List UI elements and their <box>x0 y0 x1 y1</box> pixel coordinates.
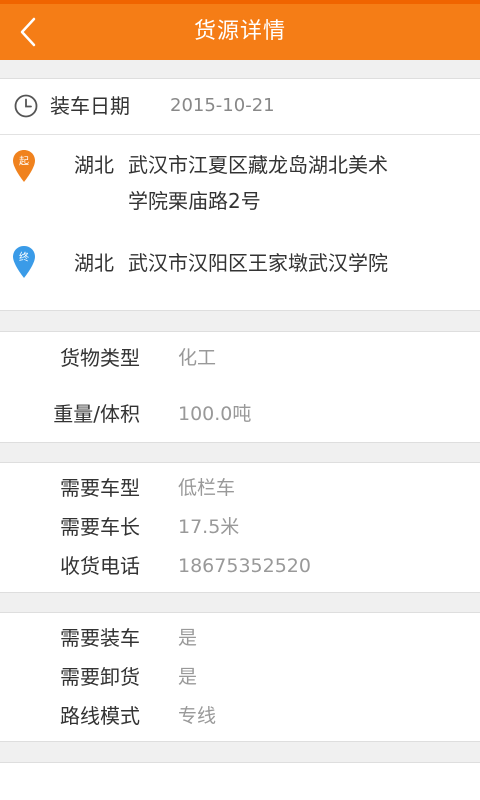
origin-badge: 起 <box>19 156 29 168</box>
origin-marker-icon: 起 <box>13 150 35 182</box>
loading-date-value: 2015-10-21 <box>170 95 275 116</box>
cargo-card: 货物类型 化工 重量/体积 100.0吨 <box>0 331 480 443</box>
need-loading-label: 需要装车 <box>60 626 140 650</box>
origin-address: 湖北 武汉市江夏区藏龙岛湖北美术 学院栗庙路2号 <box>74 147 454 219</box>
truck-type-value: 低栏车 <box>178 477 236 499</box>
need-loading-value: 是 <box>178 627 198 649</box>
truck-type-row: 需要车型 低栏车 <box>0 469 480 508</box>
origin-detail-line2: 学院栗庙路2号 <box>128 189 261 213</box>
route-mode-row: 路线模式 专线 <box>0 697 480 736</box>
vehicle-card: 需要车型 低栏车 需要车长 17.5米 收货电话 18675352520 <box>0 462 480 593</box>
route-mode-label: 路线模式 <box>60 704 140 728</box>
cargo-weight-row: 重量/体积 100.0吨 <box>0 395 480 434</box>
origin-detail-line1: 武汉市江夏区藏龙岛湖北美术 <box>128 153 388 177</box>
loading-date-row: 装车日期 2015-10-21 <box>0 79 480 135</box>
truck-type-label: 需要车型 <box>60 476 140 500</box>
truck-length-row: 需要车长 17.5米 <box>0 508 480 547</box>
need-unloading-row: 需要卸货 是 <box>0 658 480 697</box>
app-header: 货源详情 <box>0 4 480 60</box>
route-mode-value: 专线 <box>178 705 217 727</box>
truck-length-value: 17.5米 <box>178 516 240 538</box>
truck-length-label: 需要车长 <box>60 515 140 539</box>
clock-icon <box>14 94 38 118</box>
loading-date-label: 装车日期 <box>50 94 130 118</box>
destination-detail: 武汉市汉阳区王家墩武汉学院 <box>128 251 388 275</box>
need-loading-row: 需要装车 是 <box>0 619 480 658</box>
cargo-type-value: 化工 <box>178 347 217 369</box>
page-title: 货源详情 <box>193 19 286 44</box>
receiver-phone-value[interactable]: 18675352520 <box>178 547 311 586</box>
cargo-weight-label: 重量/体积 <box>53 402 140 426</box>
destination-badge: 终 <box>19 251 29 264</box>
route-card: 装车日期 2015-10-21 起 湖北 武汉市江夏区藏龙岛湖北美术 学院栗庙路2… <box>0 78 480 311</box>
receiver-phone-row: 收货电话 18675352520 <box>0 547 480 586</box>
destination-province: 湖北 <box>74 251 114 275</box>
cargo-type-row: 货物类型 化工 <box>0 339 480 378</box>
destination-marker-icon: 终 <box>13 246 35 278</box>
cargo-type-label: 货物类型 <box>60 346 140 370</box>
destination-address: 湖北 武汉市汉阳区王家墩武汉学院 <box>74 245 454 281</box>
need-unloading-value: 是 <box>178 666 198 688</box>
receiver-phone-label: 收货电话 <box>60 554 140 578</box>
origin-province: 湖北 <box>74 153 114 177</box>
need-unloading-label: 需要卸货 <box>60 665 140 689</box>
service-card: 需要装车 是 需要卸货 是 路线模式 专线 <box>0 612 480 742</box>
bottom-strip <box>0 762 480 800</box>
cargo-weight-value: 100.0吨 <box>178 403 252 425</box>
